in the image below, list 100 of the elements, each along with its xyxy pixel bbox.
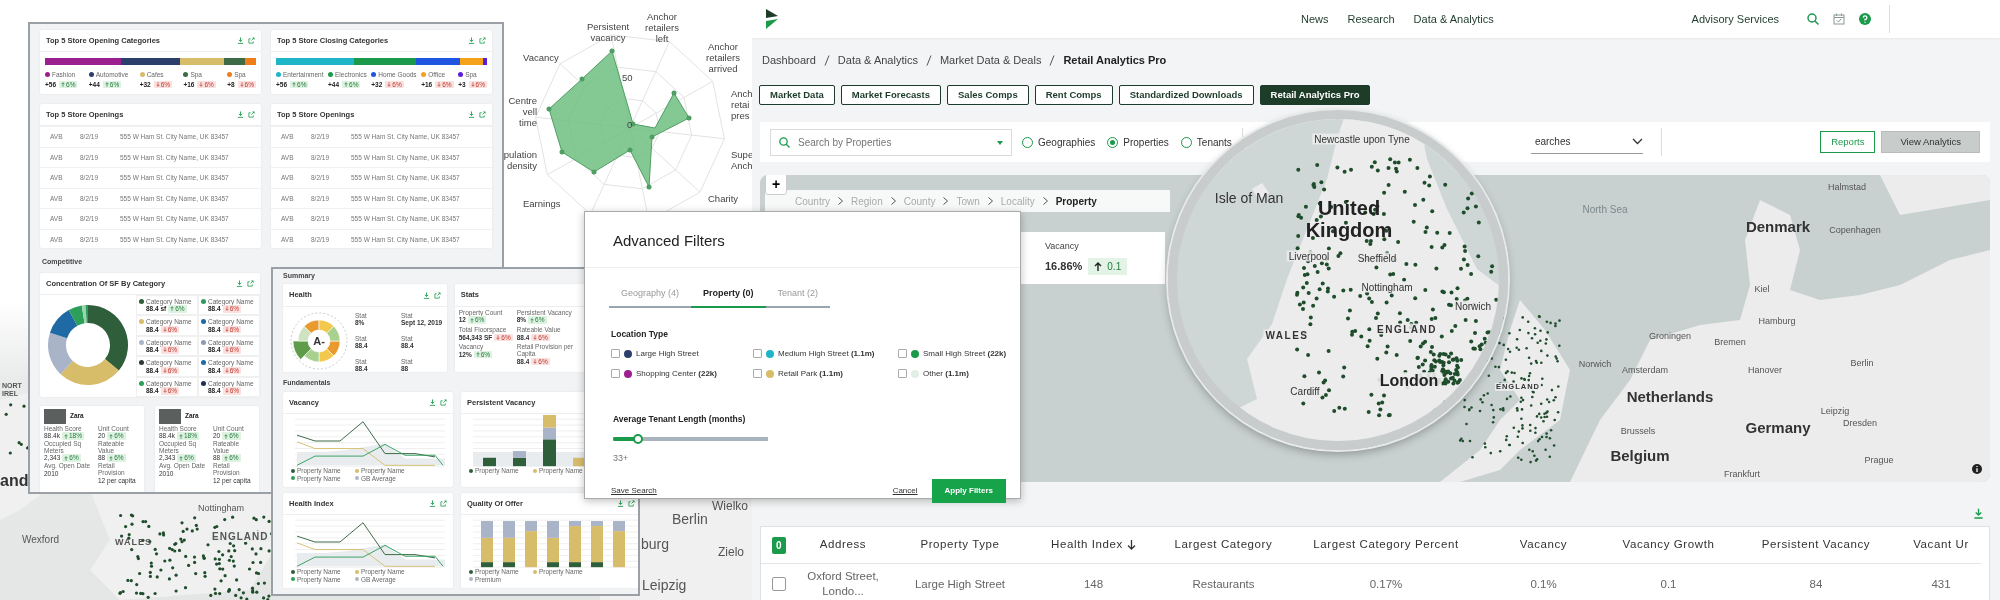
search-field[interactable]: Search by Properties — [770, 128, 1012, 156]
download-icon — [468, 37, 475, 45]
axis-label: Vacancy — [523, 53, 560, 64]
nav-link[interactable]: Advisory Services — [1691, 10, 1779, 28]
download-icon — [429, 398, 436, 406]
slider-label: Average Tenant Length (months) — [613, 412, 747, 426]
nav-link[interactable]: Research — [1347, 10, 1395, 28]
column-header[interactable]: Vacancy — [1481, 527, 1606, 564]
column-header[interactable]: Vacant Ur — [1901, 527, 1981, 564]
tick-label: 0 — [627, 120, 633, 131]
chevron-right-icon — [943, 197, 949, 205]
filter-option[interactable]: Retail Park (1.1m) — [753, 364, 898, 383]
map-label: burg — [641, 537, 670, 553]
map-label: and — [0, 472, 29, 490]
map-label: Wexford — [22, 534, 60, 545]
column-header[interactable]: Largest Category Percent — [1291, 527, 1481, 564]
help-icon — [1859, 13, 1871, 25]
column-header[interactable]: Property Type — [889, 527, 1031, 564]
table-cell: 148 — [1083, 576, 1104, 592]
external-link-icon — [248, 111, 255, 119]
column-header[interactable]: Vacancy Growth — [1606, 527, 1731, 564]
health-wheel-drawing — [290, 312, 348, 369]
slash-icon — [1049, 54, 1056, 66]
map-label: Berlin — [672, 512, 708, 528]
chevron-right-icon — [987, 197, 993, 205]
map-label: Frankfurt — [1724, 470, 1760, 480]
radio-option[interactable]: Geographies — [1022, 134, 1096, 150]
breadcrumb-link[interactable]: Retail Analytics Pro — [1063, 51, 1167, 69]
saved-search-dropdown[interactable]: earches — [1530, 130, 1643, 154]
zoom-in-button[interactable]: + — [765, 175, 787, 195]
download-icon — [468, 111, 475, 119]
map-label: Brussels — [1620, 427, 1656, 437]
sort-arrow-icon — [1126, 540, 1136, 550]
map-label: Prague — [1864, 456, 1894, 466]
breadcrumb-link[interactable]: Market Data & Deals — [939, 51, 1042, 69]
table-cell: Large High Street — [914, 576, 1006, 592]
photo-placeholder — [44, 408, 66, 424]
nav-link[interactable]: News — [1301, 10, 1329, 28]
map-label: Liverpool — [1286, 250, 1332, 262]
filter-option[interactable]: Shopping Center (22k) — [611, 364, 753, 383]
tab-button[interactable]: Market Data — [759, 85, 835, 105]
row-checkbox[interactable] — [772, 577, 786, 591]
download-icon — [422, 291, 430, 299]
column-header[interactable]: Persistent Vacancy — [1731, 527, 1901, 564]
map-label: Newcastle upon Tyne — [1312, 133, 1412, 145]
map-label: Leipzig — [642, 578, 687, 594]
breadcrumb-link[interactable]: Dashboard — [762, 51, 816, 69]
search-icon — [1807, 13, 1819, 25]
logo-icon — [765, 9, 779, 29]
axis-label: Centre vell time — [507, 96, 537, 129]
path-link[interactable]: Property — [1055, 193, 1097, 209]
map-label: Wielko — [712, 500, 748, 514]
map-label: Berlin — [1850, 359, 1874, 369]
filter-option[interactable]: Other (1.1m) — [898, 364, 1028, 383]
map-label: Bremen — [1714, 338, 1746, 348]
breadcrumb-link[interactable]: Data & Analytics — [837, 51, 918, 69]
map-label: Netherlands — [1626, 388, 1714, 406]
filter-option[interactable]: Medium High Street (1.1m) — [753, 344, 898, 363]
radio-option[interactable]: Tenants — [1180, 134, 1232, 150]
download-icon — [617, 499, 624, 507]
tab-button[interactable]: Rent Comps — [1034, 85, 1113, 105]
cancel-link[interactable]: Cancel — [892, 485, 918, 497]
table-cell: 84 — [1809, 576, 1823, 592]
action-button[interactable]: Reports — [1820, 130, 1876, 154]
radio-option[interactable]: Properties — [1107, 134, 1169, 150]
filter-option[interactable]: Small High Street (22k) — [898, 344, 1028, 363]
filter-tab[interactable]: Property (0) — [691, 283, 766, 308]
axis-label: Persistent vacancy — [585, 22, 631, 44]
filter-option[interactable]: Large High Street — [611, 344, 753, 363]
table-cell-text: Oxford Street, Londo... — [806, 569, 880, 599]
axis-label: Anch retai pres — [731, 89, 752, 122]
external-link-icon — [628, 499, 635, 507]
tab-button[interactable]: Sales Comps — [947, 85, 1029, 105]
save-search-link[interactable]: Save Search — [611, 485, 657, 497]
nav-link[interactable]: Data & Analytics — [1413, 10, 1494, 28]
map-label: Leipzig — [1820, 407, 1850, 417]
column-header[interactable]: Health Index — [1031, 527, 1156, 564]
tab-button[interactable]: Retail Analytics Pro — [1259, 85, 1371, 105]
column-header[interactable]: Largest Category — [1156, 527, 1291, 564]
axis-label: Anchor retailers left — [644, 12, 680, 45]
map-label: ENGLAND — [210, 531, 271, 542]
action-button[interactable]: View Analytics — [1881, 130, 1980, 154]
external-link-icon — [440, 398, 447, 406]
map-label: Amsterdam — [1622, 366, 1668, 376]
table-cell: 0.1% — [1530, 576, 1557, 592]
map-label: Nottingham — [1359, 281, 1415, 293]
map-label: WALES — [1263, 329, 1311, 341]
download-icon — [236, 279, 243, 287]
column-header[interactable]: Address — [797, 527, 889, 564]
map-label: Halmstad — [1828, 183, 1866, 193]
selected-count: 0 — [771, 536, 787, 554]
tab-button[interactable]: Market Forecasts — [840, 85, 941, 105]
table-cell: 0.1 — [1660, 576, 1677, 592]
map-label: Cardiff — [1288, 385, 1322, 397]
section-title: Location Type — [611, 328, 669, 341]
chevron-right-icon — [838, 197, 843, 205]
map-label: Norwich — [1578, 360, 1612, 370]
external-link-icon — [248, 37, 255, 45]
table-cell: 0.17% — [1369, 576, 1403, 592]
tab-button[interactable]: Standardized Downloads — [1118, 85, 1254, 105]
